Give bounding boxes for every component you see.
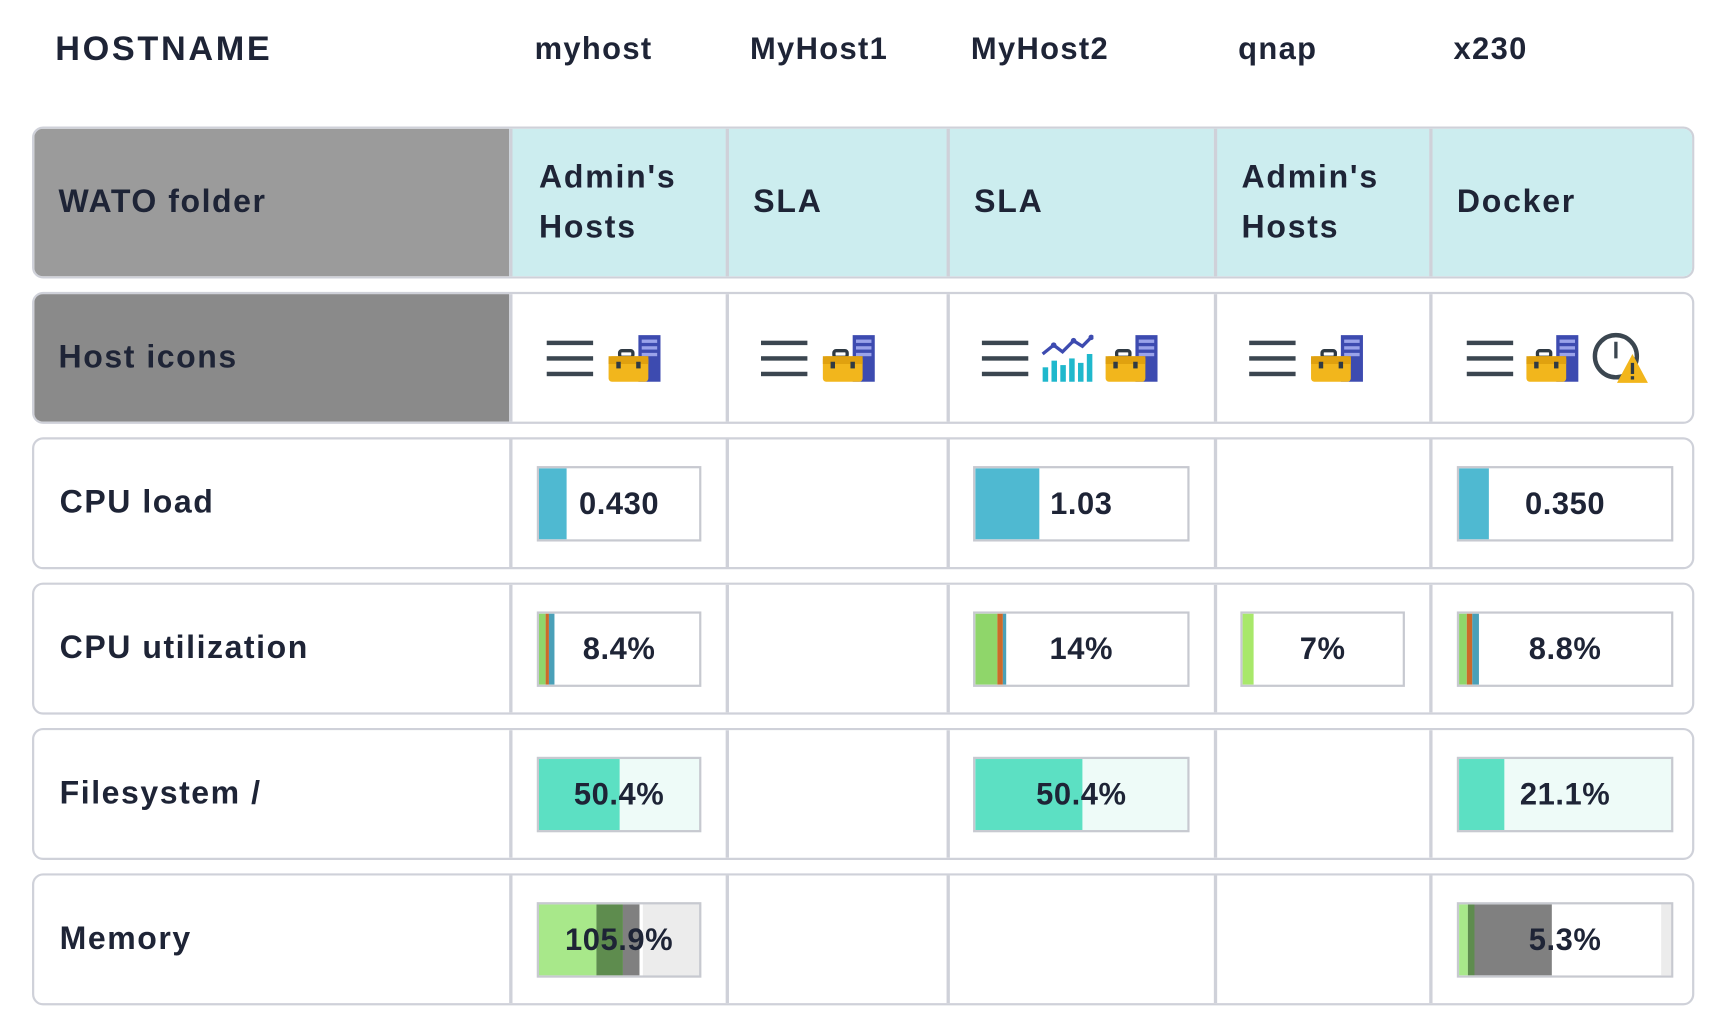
memory-cell-qnap [1213, 875, 1429, 1004]
icons-cell-myhost2 [946, 294, 1214, 422]
filesystem-value: 50.4% [1036, 776, 1127, 811]
row-label: CPU load [59, 484, 215, 521]
filesystem-cell-myhost2[interactable]: 50.4% [946, 730, 1214, 858]
cpu-util-cell-myhost1 [725, 584, 947, 713]
wato-toolbox-icon[interactable] [607, 333, 662, 382]
stale-warning-icon[interactable] [1592, 331, 1649, 384]
filesystem-perfometer[interactable]: 50.4% [973, 756, 1190, 832]
row-label: CPU utilization [59, 630, 309, 666]
folder-cell-myhost[interactable]: Admin's Hosts [509, 128, 726, 277]
wato-toolbox-icon[interactable] [1105, 333, 1160, 382]
memory-perfometer[interactable]: 105.9% [536, 901, 702, 978]
cpu-util-value: 14% [1049, 630, 1114, 666]
cpu-util-perfometer[interactable]: 7% [1240, 610, 1405, 687]
host-column-x230[interactable]: x230 [1454, 31, 1528, 67]
cpu-load-cell-myhost2[interactable]: 1.03 [946, 439, 1214, 568]
filesystem-perfometer[interactable]: 21.1% [1456, 756, 1674, 832]
folder-name: SLA [974, 184, 1044, 220]
cpu-util-cell-x230[interactable]: 8.8% [1429, 584, 1692, 713]
cpu-util-perfometer[interactable]: 8.4% [536, 610, 702, 687]
filesystem-cell-myhost[interactable]: 50.4% [509, 730, 725, 858]
memory-row: Memory 105.9% 5.3% [32, 873, 1695, 1006]
memory-cell-myhost2 [946, 875, 1214, 1004]
wato-toolbox-icon[interactable] [1525, 333, 1580, 382]
cpu-util-value: 8.4% [582, 630, 656, 666]
folder-cell-myhost1[interactable]: SLA [725, 128, 947, 277]
filesystem-cell-x230[interactable]: 21.1% [1429, 730, 1692, 858]
row-label-cell: CPU load [34, 439, 509, 567]
filesystem-value: 21.1% [1519, 776, 1611, 811]
host-column-qnap[interactable]: qnap [1238, 31, 1317, 67]
filesystem-cell-qnap [1213, 730, 1429, 858]
cpu-util-cell-myhost2[interactable]: 14% [946, 584, 1214, 713]
cpu-load-value: 1.03 [1050, 485, 1113, 520]
icons-cell-myhost1 [725, 294, 947, 422]
cpu-util-perfometer[interactable]: 8.8% [1456, 610, 1674, 687]
cpu-util-cell-myhost[interactable]: 8.4% [509, 584, 725, 713]
icons-cell-x230 [1429, 294, 1692, 422]
folder-name: Admin's [1241, 159, 1379, 195]
row-label-cell: Host icons [34, 294, 510, 422]
folder-name: Hosts [538, 209, 637, 245]
folder-name: Admin's [538, 159, 677, 195]
host-column-myhost[interactable]: myhost [535, 31, 653, 67]
menu-icon[interactable] [1466, 337, 1515, 379]
row-label-cell: Filesystem / [34, 730, 509, 858]
folder-cell-myhost2[interactable]: SLA [946, 128, 1214, 277]
memory-cell-myhost1 [725, 875, 947, 1004]
row-label: Filesystem / [59, 775, 262, 812]
host-icons-row: Host icons [32, 291, 1695, 424]
cpu-load-cell-myhost[interactable]: 0.430 [509, 439, 725, 568]
cpu-load-row: CPU load 0.430 1.03 0.350 [32, 437, 1695, 570]
cpu-util-perfometer[interactable]: 14% [973, 610, 1190, 687]
row-label-cell: CPU utilization [34, 585, 509, 713]
cpu-load-cell-qnap [1213, 439, 1429, 568]
folder-cell-qnap[interactable]: Admin's Hosts [1213, 128, 1430, 277]
graph-icon[interactable] [1040, 333, 1094, 382]
wato-toolbox-icon[interactable] [822, 333, 877, 382]
wato-folder-row: WATO folder Admin's Hosts SLA SLA Admin's… [32, 126, 1695, 279]
menu-icon[interactable] [981, 337, 1030, 379]
row-label-cell: WATO folder [34, 128, 510, 277]
cpu-load-cell-myhost1 [725, 439, 947, 568]
memory-cell-myhost[interactable]: 105.9% [509, 875, 725, 1004]
memory-value: 5.3% [1528, 921, 1602, 957]
memory-value: 105.9% [564, 921, 674, 957]
folder-name: SLA [753, 184, 823, 220]
menu-icon[interactable] [546, 337, 595, 379]
cpu-load-value: 0.430 [578, 485, 660, 520]
icons-cell-myhost [509, 294, 725, 422]
filesystem-perfometer[interactable]: 50.4% [536, 756, 702, 832]
hostname-header: HOSTNAME [55, 28, 273, 68]
menu-icon[interactable] [1248, 337, 1297, 379]
row-label: Memory [59, 921, 192, 957]
filesystem-value: 50.4% [573, 776, 665, 811]
memory-perfometer[interactable]: 5.3% [1456, 901, 1674, 978]
host-column-myhost2[interactable]: MyHost2 [971, 31, 1109, 67]
cpu-load-perfometer[interactable]: 1.03 [973, 465, 1190, 541]
cpu-util-value: 7% [1299, 630, 1346, 666]
cpu-util-cell-qnap[interactable]: 7% [1213, 584, 1429, 713]
filesystem-row: Filesystem / 50.4% 50.4% 21.1% [32, 727, 1695, 861]
cpu-load-perfometer[interactable]: 0.430 [536, 465, 702, 541]
cpu-load-cell-x230[interactable]: 0.350 [1429, 439, 1692, 568]
memory-cell-x230[interactable]: 5.3% [1429, 875, 1692, 1004]
row-label-cell: Memory [34, 876, 509, 1004]
cpu-util-value: 8.8% [1528, 630, 1602, 666]
cpu-load-value: 0.350 [1524, 485, 1606, 520]
folder-name: Docker [1456, 184, 1577, 220]
cpu-load-perfometer[interactable]: 0.350 [1456, 465, 1674, 541]
cpu-utilization-row: CPU utilization 8.4% 14% 7% 8.8% [32, 582, 1695, 715]
folder-name: Hosts [1241, 209, 1340, 245]
row-label: WATO folder [58, 184, 267, 220]
row-label: Host icons [58, 339, 238, 376]
wato-toolbox-icon[interactable] [1310, 333, 1365, 382]
host-matrix-view: HOSTNAME myhost MyHost1 MyHost2 qnap x23… [0, 0, 1723, 1032]
filesystem-cell-myhost1 [725, 730, 947, 858]
folder-cell-x230[interactable]: Docker [1429, 128, 1693, 277]
icons-cell-qnap [1213, 294, 1429, 422]
menu-icon[interactable] [760, 337, 809, 379]
host-column-myhost1[interactable]: MyHost1 [750, 31, 888, 67]
